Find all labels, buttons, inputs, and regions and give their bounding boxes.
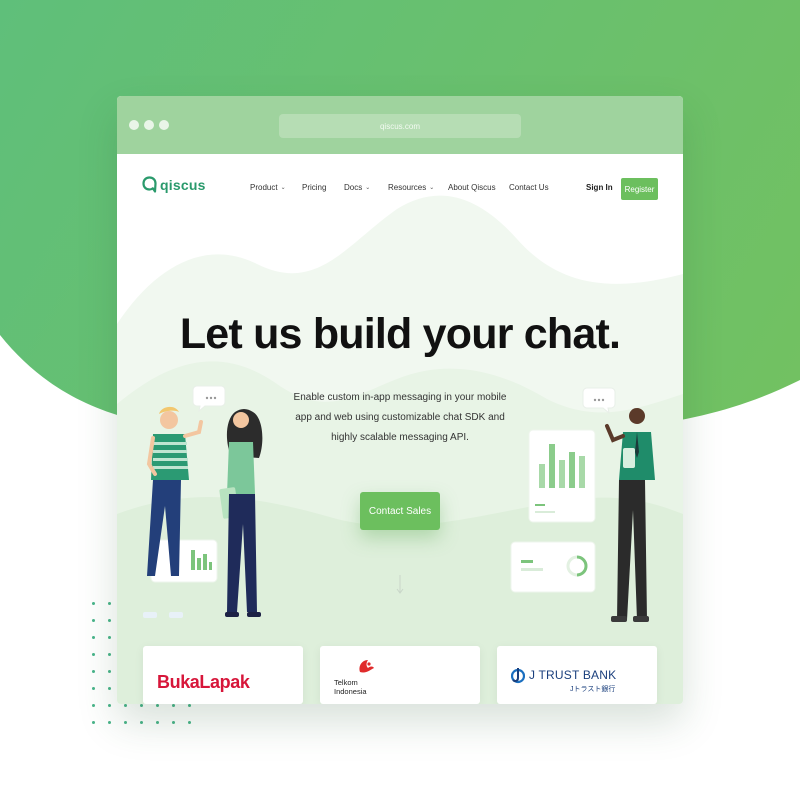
jtrust-logo-subtext: Jトラスト銀行 (570, 686, 616, 693)
client-card-telkom: Telkom Indonesia (320, 646, 480, 704)
browser-chrome: qiscus.com (117, 96, 683, 154)
browser-window: qiscus.com qiscus Product ⌄ Pricing Docs… (117, 96, 683, 704)
man-illustration (143, 406, 203, 618)
left-chart-card (150, 539, 218, 583)
client-card-jtrust: J TRUST BANK Jトラスト銀行 (497, 646, 657, 704)
window-dot[interactable] (129, 120, 139, 130)
jtrust-logo-text: J TRUST BANK (529, 668, 617, 682)
arrow-down-icon[interactable] (395, 574, 405, 596)
telkom-logo-icon (359, 660, 374, 673)
window-dot[interactable] (144, 120, 154, 130)
right-progress-card (510, 541, 596, 593)
right-chart-card (528, 429, 596, 523)
client-logos: BukaLapak Telkom Indonesia J TRUST BANK (143, 646, 658, 704)
hero-subtitle: Enable custom in-app messaging in your m… (293, 392, 507, 443)
bukalapak-logo: BukaLapak (157, 672, 250, 692)
address-bar[interactable]: qiscus.com (279, 114, 521, 138)
speech-bubble-left (192, 385, 226, 413)
web-page: qiscus Product ⌄ Pricing Docs ⌄ Resource… (117, 154, 683, 704)
jtrust-logo-icon (511, 668, 525, 684)
telkom-logo-text: Telkom Indonesia (334, 678, 367, 696)
businessman-illustration (605, 408, 655, 622)
window-dot[interactable] (159, 120, 169, 130)
telkom-line2: Indonesia (334, 687, 367, 696)
contact-sales-button[interactable]: Contact Sales (360, 492, 440, 530)
hero-title: Let us build your chat. (179, 310, 621, 358)
telkom-line1: Telkom (334, 678, 358, 687)
speech-bubble-right (582, 387, 616, 415)
woman-illustration (219, 409, 263, 617)
client-card-bukalapak: BukaLapak (143, 646, 303, 704)
